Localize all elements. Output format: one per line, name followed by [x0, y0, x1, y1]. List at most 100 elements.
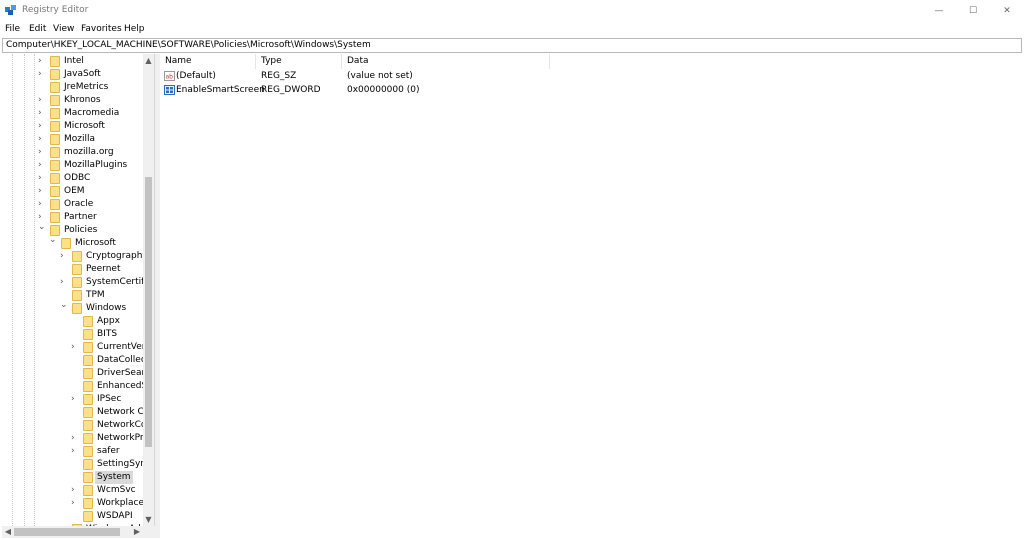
menu-edit[interactable]: Edit [29, 24, 46, 34]
folder-icon [83, 433, 93, 444]
tree-node[interactable]: › Oracle [2, 198, 143, 211]
chevron-right-icon[interactable]: › [38, 198, 46, 211]
tree-node-label: WSDAPI [97, 511, 133, 521]
folder-icon [83, 407, 93, 418]
tree-node[interactable]: › CurrentVers [2, 341, 150, 354]
tree-node[interactable]: › Khronos [2, 94, 143, 107]
tree-node[interactable]: › Cryptography [2, 250, 148, 263]
tree-node[interactable]: TPM [2, 289, 143, 302]
chevron-right-icon[interactable]: › [38, 94, 46, 107]
tree-node-label: IPSec [97, 394, 122, 404]
chevron-right-icon[interactable]: › [38, 107, 46, 120]
tree-node[interactable]: Network Co [2, 406, 149, 419]
address-path: Computer\HKEY_LOCAL_MACHINE\SOFTWARE\Pol… [6, 40, 371, 50]
tree-node[interactable]: DataCollect [2, 354, 149, 367]
tree-node[interactable]: › ODBC [2, 172, 143, 185]
menu-file[interactable]: File [5, 24, 20, 34]
tree-node[interactable]: DriverSearc [2, 367, 150, 380]
folder-icon [83, 485, 93, 496]
folder-icon [72, 303, 82, 314]
value-row[interactable]: EnableSmartScreen REG_DWORD 0x00000000 (… [162, 84, 552, 97]
minimize-button[interactable]: — [922, 0, 956, 22]
tree-node[interactable]: WSDAPI [2, 510, 143, 523]
chevron-right-icon[interactable]: › [38, 185, 46, 198]
tree-vertical-scroll-thumb[interactable] [145, 177, 152, 447]
maximize-button[interactable]: ☐ [956, 0, 990, 22]
chevron-right-icon[interactable]: › [71, 393, 79, 406]
tree-node[interactable]: SettingSync [2, 458, 151, 471]
chevron-right-icon[interactable]: › [60, 250, 68, 263]
scroll-up-arrow-icon[interactable]: ▲ [143, 54, 154, 67]
column-divider[interactable] [255, 54, 256, 69]
tree-node[interactable]: NetworkCo [2, 419, 146, 432]
menu-help[interactable]: Help [124, 24, 145, 34]
chevron-right-icon[interactable]: › [60, 276, 68, 289]
tree-node-label: System [95, 471, 133, 484]
tree-node-label: Partner [64, 212, 97, 222]
scroll-left-arrow-icon[interactable]: ◀ [2, 526, 14, 538]
tree-node-label: Oracle [64, 199, 94, 209]
tree-node[interactable]: › WorkplaceJ [2, 497, 147, 510]
tree-node-label: JreMetrics [64, 82, 109, 92]
tree-node[interactable]: ⌄ Microsoft [2, 234, 143, 250]
tree-node-label: Windows [86, 303, 127, 313]
tree-node[interactable]: › safer [2, 445, 143, 458]
close-button[interactable]: ✕ [990, 0, 1024, 22]
scroll-down-arrow-icon[interactable]: ▼ [143, 513, 154, 526]
tree-node[interactable]: BITS [2, 328, 143, 341]
chevron-down-icon[interactable]: ⌄ [38, 221, 46, 234]
value-row[interactable]: ab (Default) REG_SZ (value not set) [162, 70, 552, 83]
value-type: REG_SZ [261, 71, 297, 81]
chevron-right-icon[interactable]: › [38, 146, 46, 159]
chevron-right-icon[interactable]: › [38, 55, 46, 68]
tree-node-label: Khronos [64, 95, 101, 105]
chevron-right-icon[interactable]: › [71, 484, 79, 497]
chevron-right-icon[interactable]: › [71, 497, 79, 510]
menu-favorites[interactable]: Favorites [81, 24, 122, 34]
tree-node[interactable]: EnhancedS [2, 380, 147, 393]
chevron-down-icon[interactable]: ⌄ [49, 234, 57, 247]
chevron-right-icon[interactable]: › [38, 68, 46, 81]
chevron-right-icon[interactable]: › [71, 445, 79, 458]
tree-node[interactable]: › OEM [2, 185, 143, 198]
tree-node-label: Macromedia [64, 108, 120, 118]
value-name: EnableSmartScreen [176, 85, 265, 95]
column-header-data[interactable]: Data [347, 54, 369, 69]
chevron-right-icon[interactable]: › [38, 159, 46, 172]
tree-node-label: OEM [64, 186, 85, 196]
tree-node[interactable]: Appx [2, 315, 143, 328]
tree-node[interactable]: › SystemCertific [2, 276, 152, 289]
tree-node[interactable]: ⌄ Policies [2, 221, 143, 237]
tree-node[interactable]: › NetworkPro [2, 432, 149, 445]
tree-node[interactable]: › IPSec [2, 393, 143, 406]
tree-node[interactable]: › mozilla.org [2, 146, 143, 159]
folder-icon [83, 355, 93, 366]
address-bar[interactable]: Computer\HKEY_LOCAL_MACHINE\SOFTWARE\Pol… [2, 38, 1022, 53]
folder-icon [50, 186, 60, 197]
chevron-right-icon[interactable]: › [38, 172, 46, 185]
chevron-right-icon[interactable]: › [38, 120, 46, 133]
tree-node[interactable]: › MozillaPlugins [2, 159, 143, 172]
column-header-type[interactable]: Type [261, 54, 282, 69]
tree-node[interactable]: › Intel [2, 55, 143, 68]
column-header-name[interactable]: Name [165, 54, 192, 69]
tree-node[interactable]: System [2, 471, 143, 484]
chevron-right-icon[interactable]: › [71, 341, 79, 354]
chevron-right-icon[interactable]: › [38, 133, 46, 146]
column-divider[interactable] [549, 54, 550, 69]
chevron-down-icon[interactable]: ⌄ [60, 299, 68, 312]
tree-node[interactable]: › Mozilla [2, 133, 143, 146]
tree-node[interactable]: ⌄ Windows [2, 299, 143, 315]
chevron-right-icon[interactable]: › [71, 432, 79, 445]
tree-node[interactable]: › Partner [2, 211, 143, 224]
tree-node[interactable]: JreMetrics [2, 81, 143, 94]
menu-view[interactable]: View [53, 24, 74, 34]
tree-horizontal-scroll-thumb[interactable] [14, 528, 120, 536]
tree-node[interactable]: › Microsoft [2, 120, 143, 133]
scroll-right-arrow-icon[interactable]: ▶ [131, 526, 143, 538]
tree-node[interactable]: › Macromedia [2, 107, 143, 120]
tree-node[interactable]: › JavaSoft [2, 68, 143, 81]
column-divider[interactable] [341, 54, 342, 69]
tree-node[interactable]: › WcmSvc [2, 484, 143, 497]
tree-node[interactable]: Peernet [2, 263, 143, 276]
